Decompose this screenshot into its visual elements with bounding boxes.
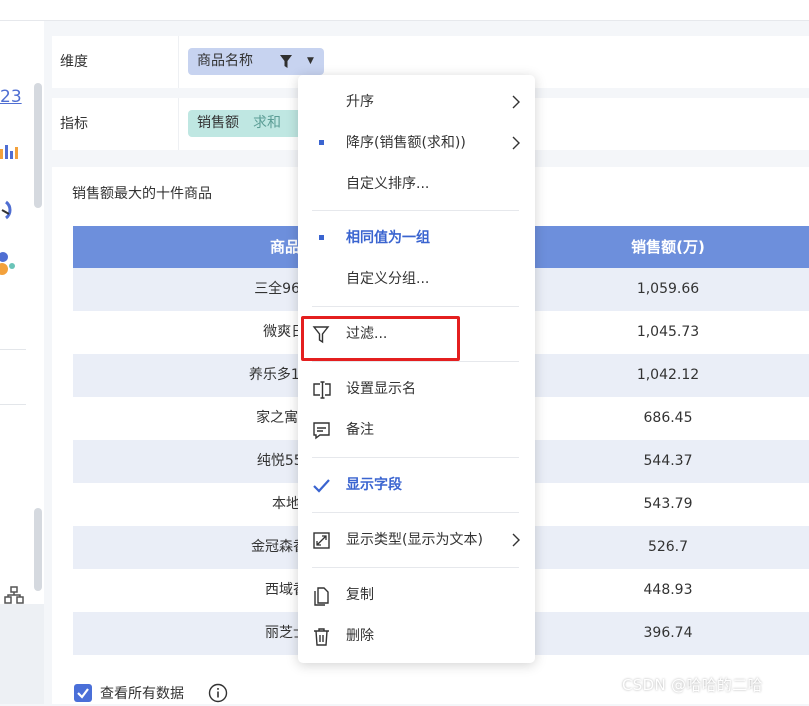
- left-chart-panel: 23: [0, 21, 44, 704]
- panel-lower-area: [0, 604, 44, 704]
- menu-item-copy[interactable]: 复制: [298, 577, 535, 613]
- check-icon: [313, 479, 330, 493]
- cell-value: 1,045.73: [636, 324, 700, 340]
- menu-item-label: 设置显示名: [346, 381, 416, 397]
- menu-item-show-field[interactable]: 显示字段: [298, 467, 535, 503]
- menu-item-delete[interactable]: 删除: [298, 618, 535, 654]
- menu-item-label: 升序: [346, 94, 374, 110]
- panel-scrollbar[interactable]: [34, 83, 42, 208]
- chevron-right-icon: [512, 136, 520, 150]
- menu-item-group-same-value[interactable]: 相同值为一组: [298, 220, 535, 256]
- cell-value: 543.79: [643, 496, 693, 512]
- menu-item-rename[interactable]: 设置显示名: [298, 371, 535, 407]
- menu-item-ascending[interactable]: 升序: [298, 84, 535, 120]
- cell-value: 1,042.12: [636, 367, 700, 383]
- copy-icon: [314, 587, 329, 606]
- metric-chip[interactable]: 销售额 求和: [188, 110, 300, 137]
- watermark: CSDN @哈哈的二哈: [622, 676, 763, 694]
- menu-separator: [312, 567, 519, 568]
- menu-item-comment[interactable]: 备注: [298, 412, 535, 448]
- rename-icon: [313, 381, 331, 399]
- info-icon[interactable]: [208, 683, 228, 703]
- menu-item-label: 备注: [346, 422, 374, 438]
- row-separator: [178, 36, 179, 88]
- menu-item-label: 自定义排序...: [346, 176, 430, 192]
- bubble-chart-icon[interactable]: [0, 251, 18, 277]
- menu-separator: [312, 361, 519, 362]
- show-all-label: 查看所有数据: [100, 686, 184, 702]
- top-toolbar: [0, 0, 809, 21]
- panel-divider: [0, 349, 26, 350]
- dimension-label: 维度: [60, 54, 88, 70]
- bar-chart-icon[interactable]: [0, 143, 18, 163]
- dimension-chip[interactable]: 商品名称 ▼: [188, 48, 324, 75]
- panel-scrollbar[interactable]: [34, 508, 42, 591]
- menu-separator: [312, 210, 519, 211]
- menu-separator: [312, 457, 519, 458]
- row-separator: [178, 98, 179, 150]
- context-menu: 升序 降序(销售额(求和)) 自定义排序... 相同值为一组 自定义分组... …: [298, 75, 535, 663]
- menu-item-descending[interactable]: 降序(销售额(求和)): [298, 125, 535, 161]
- menu-item-custom-group[interactable]: 自定义分组...: [298, 261, 535, 297]
- filter-icon[interactable]: [280, 55, 292, 68]
- chevron-right-icon: [512, 533, 520, 547]
- cell-value: 526.7: [647, 539, 689, 555]
- expand-icon: [313, 532, 330, 549]
- chart-title: 销售额最大的十件商品: [72, 186, 212, 202]
- menu-item-label: 显示类型(显示为文本): [346, 532, 483, 548]
- menu-item-label: 自定义分组...: [346, 271, 430, 287]
- menu-item-label: 显示字段: [346, 477, 402, 493]
- menu-item-label: 删除: [346, 628, 374, 644]
- metric-label: 指标: [60, 116, 88, 132]
- menu-item-display-type[interactable]: 显示类型(显示为文本): [298, 522, 535, 558]
- cell-value: 448.93: [643, 582, 693, 598]
- menu-item-label: 降序(销售额(求和)): [346, 135, 466, 151]
- menu-separator: [312, 512, 519, 513]
- gauge-chart-icon[interactable]: [0, 198, 18, 220]
- trash-icon: [314, 628, 329, 646]
- filter-highlight-box: [301, 316, 460, 361]
- cell-value: 544.37: [643, 453, 693, 469]
- metric-chip-agg: 求和: [253, 115, 281, 131]
- hierarchy-icon[interactable]: [4, 586, 24, 606]
- check-icon: [77, 688, 89, 699]
- number-chart-icon[interactable]: 23: [0, 87, 22, 107]
- menu-separator: [312, 306, 519, 307]
- panel-divider: [0, 404, 26, 405]
- menu-item-label: 复制: [346, 587, 374, 603]
- selected-dot-icon: [319, 235, 324, 240]
- comment-icon: [313, 422, 330, 440]
- selected-dot-icon: [319, 140, 324, 145]
- cell-value: 686.45: [643, 410, 693, 426]
- menu-item-label: 相同值为一组: [346, 230, 430, 246]
- cell-value: 396.74: [643, 625, 693, 641]
- menu-item-custom-sort[interactable]: 自定义排序...: [298, 166, 535, 202]
- chevron-right-icon: [512, 95, 520, 109]
- column-header-sales[interactable]: 销售额(万): [527, 226, 809, 268]
- dimension-chip-label: 商品名称: [197, 53, 253, 69]
- caret-down-icon[interactable]: ▼: [307, 56, 314, 66]
- metric-chip-name: 销售额: [197, 115, 239, 131]
- cell-value: 1,059.66: [636, 281, 700, 297]
- show-all-checkbox[interactable]: [74, 684, 92, 702]
